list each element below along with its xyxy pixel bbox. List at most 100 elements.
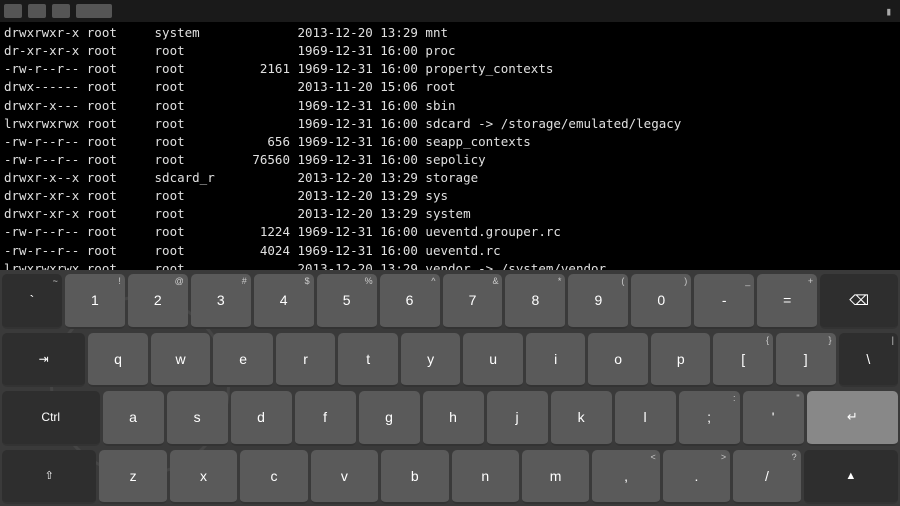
key-x-0-11[interactable]: -_: [694, 274, 754, 329]
terminal-line: -rw-r--r-- root root 76560 1969-12-31 16…: [4, 151, 896, 169]
key-sublabel: ~: [53, 276, 58, 286]
key-x-1-11[interactable]: [{: [713, 333, 773, 388]
key-x-1-13[interactable]: \|: [839, 333, 899, 388]
key-label: s: [194, 409, 201, 425]
key-label: j: [516, 409, 519, 425]
key-label: i: [554, 351, 557, 367]
top-icon-2[interactable]: [28, 4, 46, 18]
key-s-2-2[interactable]: s: [167, 391, 228, 446]
key-u-1-7[interactable]: u: [463, 333, 523, 388]
key-label: v: [341, 468, 348, 484]
terminal-line: drwxr-x--x root sdcard_r 2013-12-20 13:2…: [4, 169, 896, 187]
key-j-2-7[interactable]: j: [487, 391, 548, 446]
key-label: ]: [804, 351, 808, 367]
key-x-1-0[interactable]: ⇥: [2, 333, 85, 388]
top-bar: ▮: [0, 0, 900, 22]
top-icon-4[interactable]: [76, 4, 112, 18]
key-sublabel: {: [766, 335, 769, 345]
key-r-1-4[interactable]: r: [276, 333, 336, 388]
key-h-2-6[interactable]: h: [423, 391, 484, 446]
key-sublabel: #: [242, 276, 247, 286]
key-1-0-1[interactable]: 1!: [65, 274, 125, 329]
key-sublabel: ^: [431, 276, 435, 286]
key-0-0-10[interactable]: 0): [631, 274, 691, 329]
terminal-line: drwxrwxr-x root system 2013-12-20 13:29 …: [4, 24, 896, 42]
key-label: t: [366, 351, 370, 367]
key-x-3-0[interactable]: ⇧: [2, 450, 96, 505]
key-x-0-13[interactable]: ⌫: [820, 274, 898, 329]
key-5-0-5[interactable]: 5%: [317, 274, 377, 329]
key-label: 5: [343, 292, 351, 308]
key-p-1-10[interactable]: p: [651, 333, 711, 388]
key-label: e: [239, 351, 247, 367]
key-2-0-2[interactable]: 2@: [128, 274, 188, 329]
key-sublabel: +: [808, 276, 813, 286]
key-label: p: [677, 351, 685, 367]
key-m-3-7[interactable]: m: [522, 450, 589, 505]
key-8-0-8[interactable]: 8*: [505, 274, 565, 329]
key-label: ↵: [847, 409, 858, 425]
key-x-2-11[interactable]: '": [743, 391, 804, 446]
key-f-2-4[interactable]: f: [295, 391, 356, 446]
key-x-0-0[interactable]: `~: [2, 274, 62, 329]
key-row-1: ⇥ q w e r t y u i o p [{]}\|: [2, 333, 898, 388]
key-c-3-3[interactable]: c: [240, 450, 307, 505]
key-n-3-6[interactable]: n: [452, 450, 519, 505]
key-label: 9: [594, 292, 602, 308]
key-x-1-12[interactable]: ]}: [776, 333, 836, 388]
battery-icon: ▮: [885, 5, 892, 18]
key-4-0-4[interactable]: 4$: [254, 274, 314, 329]
key-Ctrl-2-0[interactable]: Ctrl: [2, 391, 100, 446]
key-label: u: [489, 351, 497, 367]
key-label: d: [257, 409, 265, 425]
key-label: 8: [532, 292, 540, 308]
key-a-2-1[interactable]: a: [103, 391, 164, 446]
key-x-0-12[interactable]: =+: [757, 274, 817, 329]
key-label: n: [481, 468, 489, 484]
terminal-line: drwxr-xr-x root root 2013-12-20 13:29 sy…: [4, 205, 896, 223]
key-q-1-1[interactable]: q: [88, 333, 148, 388]
key-label: 1: [91, 292, 99, 308]
key-x-3-10[interactable]: /?: [733, 450, 800, 505]
key-x-3-11[interactable]: ▲: [804, 450, 898, 505]
key-b-3-5[interactable]: b: [381, 450, 448, 505]
key-x-3-9[interactable]: .>: [663, 450, 730, 505]
key-v-3-4[interactable]: v: [311, 450, 378, 505]
key-g-2-5[interactable]: g: [359, 391, 420, 446]
key-t-1-5[interactable]: t: [338, 333, 398, 388]
key-sublabel: *: [558, 276, 562, 286]
key-label: o: [614, 351, 622, 367]
key-e-1-3[interactable]: e: [213, 333, 273, 388]
key-x-3-2[interactable]: x: [170, 450, 237, 505]
key-x-3-8[interactable]: ,<: [592, 450, 659, 505]
terminal-line: -rw-r--r-- root root 656 1969-12-31 16:0…: [4, 133, 896, 151]
key-label: 7: [469, 292, 477, 308]
key-i-1-8[interactable]: i: [526, 333, 586, 388]
key-sublabel: ): [684, 276, 687, 286]
key-x-2-10[interactable]: ;:: [679, 391, 740, 446]
key-w-1-2[interactable]: w: [151, 333, 211, 388]
key-sublabel: <: [651, 452, 656, 462]
key-l-2-9[interactable]: l: [615, 391, 676, 446]
key-6-0-6[interactable]: 6^: [380, 274, 440, 329]
key-label: ⌫: [849, 292, 869, 309]
key-k-2-8[interactable]: k: [551, 391, 612, 446]
key-o-1-9[interactable]: o: [588, 333, 648, 388]
key-label: .: [695, 468, 699, 484]
keyboard[interactable]: `~1!2@3#4$5%6^7&8*9(0)-_=+⌫⇥qwertyuiop[{…: [0, 270, 900, 506]
key-row-3: ⇧ z xc v b n m,<.>/?▲: [2, 450, 898, 505]
key-7-0-7[interactable]: 7&: [443, 274, 503, 329]
key-z-3-1[interactable]: z: [99, 450, 166, 505]
key-y-1-6[interactable]: y: [401, 333, 461, 388]
key-9-0-9[interactable]: 9(: [568, 274, 628, 329]
key-x-2-12[interactable]: ↵: [807, 391, 898, 446]
key-label: `: [30, 292, 35, 308]
key-3-0-3[interactable]: 3#: [191, 274, 251, 329]
key-label: q: [114, 351, 122, 367]
key-d-2-3[interactable]: d: [231, 391, 292, 446]
key-label: z: [130, 468, 137, 484]
terminal-line: lrwxrwxrwx root root 1969-12-31 16:00 sd…: [4, 115, 896, 133]
top-icon-3[interactable]: [52, 4, 70, 18]
top-icon-1[interactable]: [4, 4, 22, 18]
key-label: Ctrl: [41, 410, 60, 424]
